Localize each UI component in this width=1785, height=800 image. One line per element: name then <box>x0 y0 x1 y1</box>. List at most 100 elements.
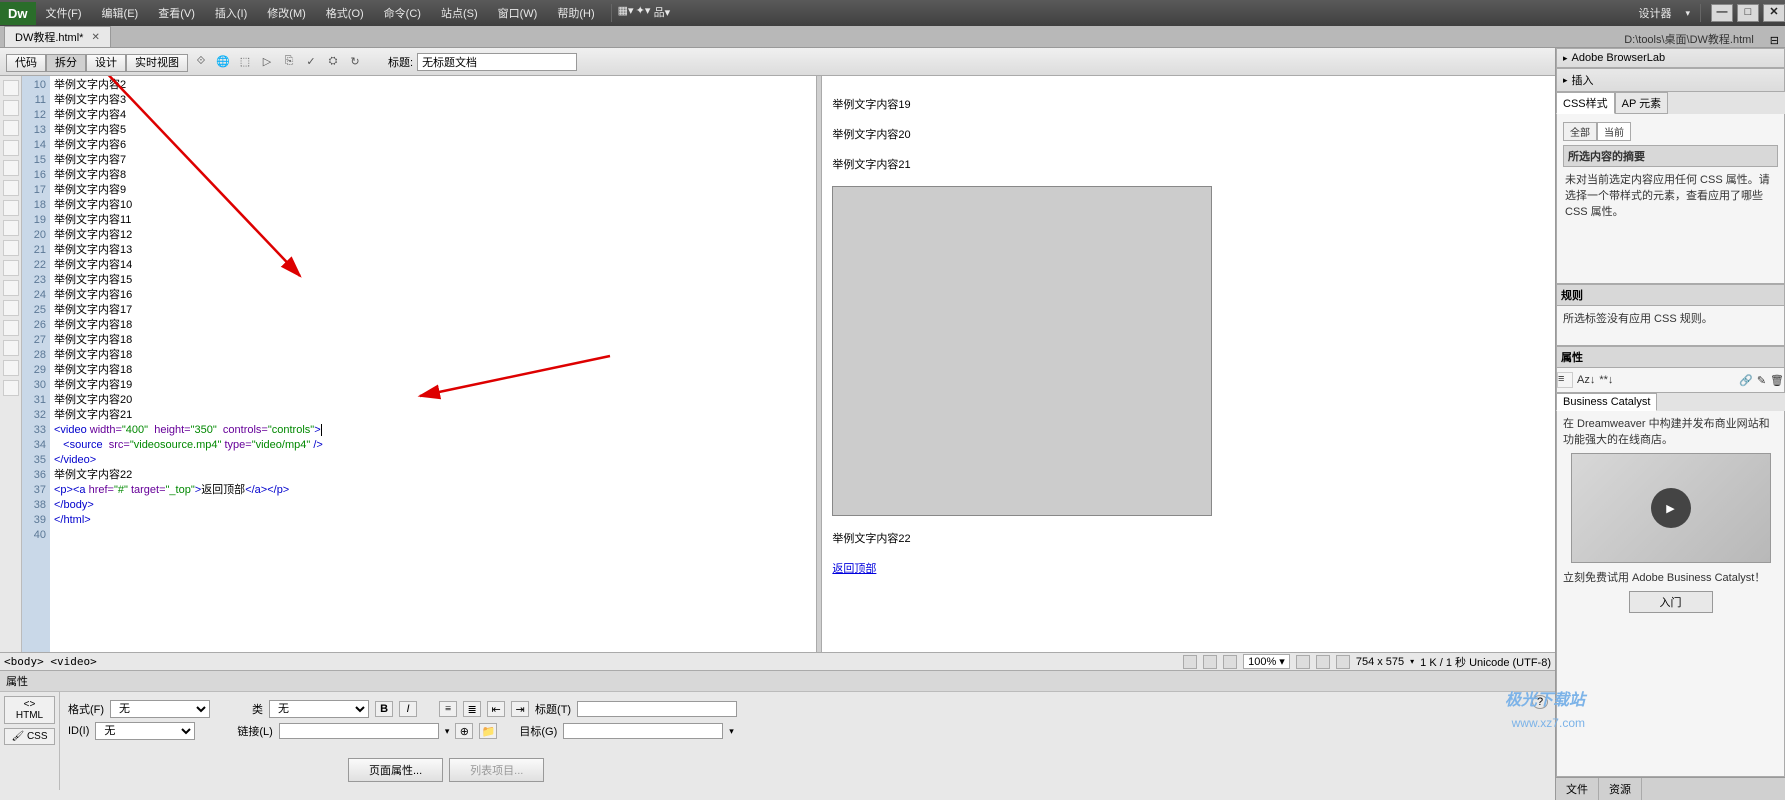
menu-item[interactable]: 查看(V) <box>148 4 205 24</box>
menu-item[interactable]: 站点(S) <box>431 4 488 24</box>
all-subtab[interactable]: 全部 <box>1563 122 1597 141</box>
props-title: 属性 <box>1556 346 1785 368</box>
refresh-icon[interactable]: ↻ <box>346 53 364 71</box>
menu-item[interactable]: 文件(F) <box>36 4 92 24</box>
close-button[interactable]: ✕ <box>1763 4 1785 22</box>
css-styles-tab[interactable]: CSS样式 <box>1556 92 1615 114</box>
menu-item[interactable]: 编辑(E) <box>92 4 149 24</box>
point-to-file-icon[interactable]: ⊕ <box>455 723 473 739</box>
view-button[interactable]: 设计 <box>86 54 126 72</box>
workspace-switcher[interactable]: 设计器 <box>1628 1 1681 25</box>
browse-icon[interactable]: 📁 <box>479 723 497 739</box>
wrap-icon[interactable] <box>3 320 19 336</box>
recent-icon[interactable] <box>3 340 19 356</box>
window-size[interactable]: 754 x 575 <box>1356 656 1404 668</box>
inspect-icon[interactable]: ⬚ <box>236 53 254 71</box>
page-properties-button[interactable]: 页面属性... <box>348 758 443 782</box>
ul-button[interactable]: ≡ <box>439 701 457 717</box>
menu-item[interactable]: 帮助(H) <box>547 4 604 24</box>
indent-icon[interactable] <box>3 240 19 256</box>
italic-button[interactable]: I <box>399 701 417 717</box>
code-view[interactable]: 举例文字内容2举例文字内容3举例文字内容4举例文字内容5举例文字内容6举例文字内… <box>50 76 816 652</box>
balance-icon[interactable] <box>3 160 19 176</box>
maximize-button[interactable]: □ <box>1737 4 1759 22</box>
syntax-icon[interactable] <box>3 220 19 236</box>
menu-item[interactable]: 格式(O) <box>316 4 374 24</box>
title-input[interactable] <box>417 53 577 71</box>
bold-button[interactable]: B <box>375 701 393 717</box>
tablet-icon[interactable] <box>1316 655 1330 669</box>
file-icon[interactable]: ⎘ <box>280 53 298 71</box>
zoom-tool-icon[interactable] <box>1223 655 1237 669</box>
options-icon[interactable]: ⛭ <box>324 53 342 71</box>
dom-path[interactable]: <body> <video> <box>4 655 97 668</box>
layout-icon[interactable]: ▦▾ <box>618 4 636 22</box>
extend-icon[interactable]: ✦▾ <box>636 4 654 22</box>
link-field[interactable] <box>279 723 439 739</box>
move-icon[interactable] <box>3 380 19 396</box>
mobile-icon[interactable] <box>1336 655 1350 669</box>
panel-title[interactable]: 属性 <box>0 671 1555 692</box>
preview-text: 举例文字内容20 <box>832 126 1545 142</box>
view-button[interactable]: 拆分 <box>46 54 86 72</box>
minimize-button[interactable]: — <box>1711 4 1733 22</box>
add-property-icon[interactable]: ≡ <box>1557 372 1573 388</box>
zoom-select[interactable]: 100% ▾ <box>1243 654 1290 669</box>
outdent-button[interactable]: ⇤ <box>487 701 505 717</box>
properties-panel: 属性 <> HTML 🖌 CSS 格式(F) 无 类 无 B I ≡ ≣ <box>0 670 1555 800</box>
open-documents-icon[interactable] <box>3 80 19 96</box>
files-tab[interactable]: 文件 <box>1556 778 1599 800</box>
preview-link[interactable]: 返回顶部 <box>832 563 876 575</box>
id-select[interactable]: 无 <box>95 722 195 740</box>
assets-tab[interactable]: 资源 <box>1599 778 1642 800</box>
target-field[interactable] <box>563 723 723 739</box>
validate-icon[interactable]: ✓ <box>302 53 320 71</box>
view-button[interactable]: 实时视图 <box>126 54 188 72</box>
close-icon[interactable]: ✕ <box>91 32 99 43</box>
new-rule-icon[interactable]: ✎ <box>1757 374 1766 387</box>
getting-started-button[interactable]: 入门 <box>1629 591 1713 613</box>
comment-icon[interactable] <box>3 300 19 316</box>
globe-icon[interactable]: 🌐 <box>214 53 232 71</box>
browserlab-panel-head[interactable]: ▸Adobe BrowserLab <box>1556 48 1785 68</box>
play-icon[interactable]: ▶ <box>1651 488 1691 528</box>
select-tool-icon[interactable] <box>1183 655 1197 669</box>
class-select[interactable]: 无 <box>269 700 369 718</box>
current-subtab[interactable]: 当前 <box>1597 122 1631 141</box>
title-field[interactable] <box>577 701 737 717</box>
highlight-icon[interactable] <box>3 200 19 216</box>
menu-item[interactable]: 命令(C) <box>374 4 431 24</box>
select-parent-icon[interactable] <box>3 140 19 156</box>
collapse-icon[interactable] <box>3 100 19 116</box>
expand-icon[interactable] <box>3 120 19 136</box>
indent-button[interactable]: ⇥ <box>511 701 529 717</box>
screen-icon[interactable] <box>1296 655 1310 669</box>
html-mode-button[interactable]: <> HTML <box>4 696 55 724</box>
css-mode-button[interactable]: 🖌 CSS <box>4 728 55 745</box>
video-placeholder[interactable] <box>832 186 1212 516</box>
format-icon[interactable] <box>3 280 19 296</box>
format-select[interactable]: 无 <box>110 700 210 718</box>
site-icon[interactable]: 品▾ <box>654 4 672 22</box>
business-catalyst-tab[interactable]: Business Catalyst <box>1556 393 1657 411</box>
ol-button[interactable]: ≣ <box>463 701 481 717</box>
design-view[interactable]: 举例文字内容19 举例文字内容20 举例文字内容21 举例文字内容22 返回顶部 <box>822 76 1555 652</box>
menu-item[interactable]: 窗口(W) <box>488 4 548 24</box>
bc-preview-image: ▶ <box>1571 453 1771 563</box>
line-numbers-icon[interactable] <box>3 180 19 196</box>
delete-icon[interactable]: 🗑 <box>1770 374 1784 387</box>
ap-elements-tab[interactable]: AP 元素 <box>1615 92 1669 114</box>
outdent-icon[interactable] <box>3 260 19 276</box>
menu-item[interactable]: 插入(I) <box>205 4 257 24</box>
hand-tool-icon[interactable] <box>1203 655 1217 669</box>
live-code-icon[interactable]: ⟐ <box>192 53 210 71</box>
menu-item[interactable]: 修改(M) <box>257 4 316 24</box>
insert-panel-head[interactable]: ▸插入 <box>1556 68 1785 92</box>
panel-toggle-icon[interactable]: ⊟ <box>1764 34 1785 47</box>
snippet-icon[interactable] <box>3 360 19 376</box>
code-toolbar <box>0 76 22 652</box>
document-tab[interactable]: DW教程.html* ✕ <box>4 26 111 47</box>
view-button[interactable]: 代码 <box>6 54 46 72</box>
nav-icon[interactable]: ▷ <box>258 53 276 71</box>
attach-icon[interactable]: 🔗 <box>1739 374 1753 387</box>
